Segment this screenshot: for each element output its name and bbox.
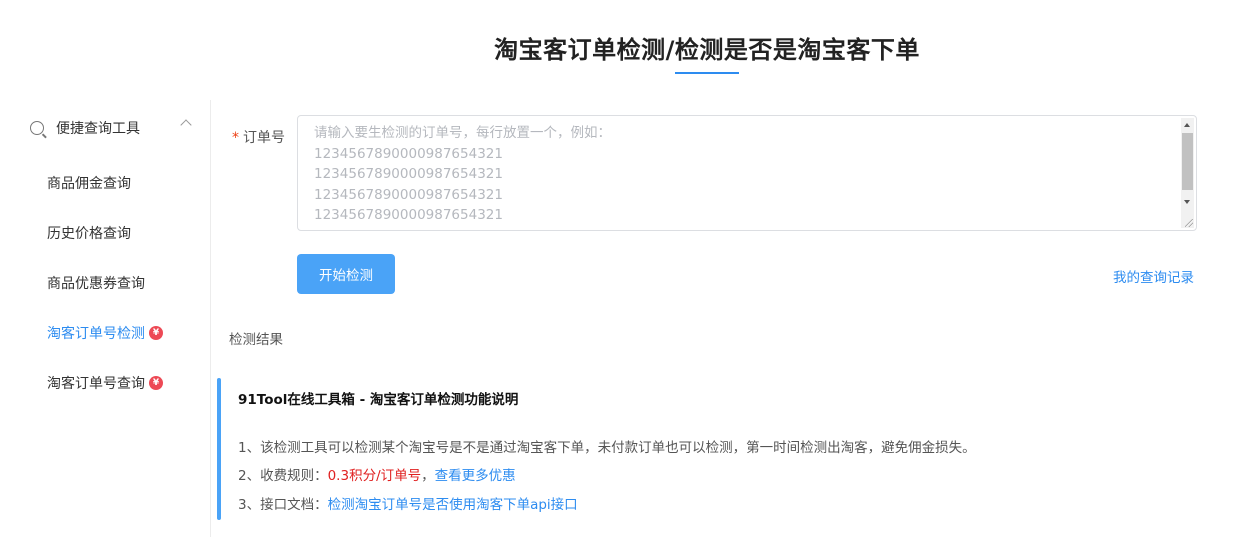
sidebar-item-price-history[interactable]: 历史价格查询 bbox=[47, 223, 131, 243]
sidebar-group-toggle[interactable]: 便捷查询工具 bbox=[30, 118, 192, 138]
order-number-textarea[interactable]: 请输入要生检测的订单号，每行放置一个，例如： 12345678900009876… bbox=[297, 115, 1197, 231]
result-label: 检测结果 bbox=[229, 332, 283, 348]
price-text: 0.3积分/订单号 bbox=[327, 468, 422, 484]
textarea-scrollbar[interactable] bbox=[1181, 118, 1194, 228]
scroll-up-icon[interactable] bbox=[1184, 123, 1190, 127]
scroll-thumb[interactable] bbox=[1182, 133, 1193, 190]
sidebar-item-label: 淘客订单号检测 bbox=[47, 326, 145, 342]
textarea-placeholder: 请输入要生检测的订单号，每行放置一个，例如： 12345678900009876… bbox=[314, 125, 611, 223]
more-discounts-link[interactable]: 查看更多优惠 bbox=[435, 468, 516, 484]
info-panel: 91Tool在线工具箱 - 淘宝客订单检测功能说明 1、该检测工具可以检测某个淘… bbox=[217, 378, 1217, 520]
sidebar-item-label: 淘客订单号查询 bbox=[47, 376, 145, 392]
api-doc-link[interactable]: 检测淘宝订单号是否使用淘客下单api接口 bbox=[328, 497, 578, 513]
paid-badge-icon: ¥ bbox=[149, 326, 163, 340]
sidebar-item-coupon[interactable]: 商品优惠券查询 bbox=[47, 273, 145, 293]
info-line-1: 1、该检测工具可以检测某个淘宝号是不是通过淘宝客下单，未付款订单也可以检测，第一… bbox=[238, 440, 976, 456]
query-history-link[interactable]: 我的查询记录 bbox=[1113, 266, 1194, 286]
chevron-up-icon bbox=[180, 119, 192, 131]
sidebar-group-label: 便捷查询工具 bbox=[56, 121, 140, 137]
start-detect-button[interactable]: 开始检测 bbox=[297, 254, 395, 294]
title-underline bbox=[675, 72, 739, 74]
info-line-3-prefix: 3、接口文档： bbox=[238, 497, 328, 513]
info-accent-bar bbox=[217, 378, 221, 520]
sidebar-item-order-query[interactable]: 淘客订单号查询 ¥ bbox=[47, 373, 163, 393]
paid-badge-icon: ¥ bbox=[149, 376, 163, 390]
sidebar-item-commission[interactable]: 商品佣金查询 bbox=[47, 173, 131, 193]
search-icon bbox=[30, 121, 44, 135]
page-title: 淘宝客订单检测/检测是否是淘宝客下单 bbox=[494, 36, 920, 64]
info-line-3: 3、接口文档：检测淘宝订单号是否使用淘客下单api接口 bbox=[238, 493, 578, 513]
scroll-down-icon[interactable] bbox=[1184, 200, 1190, 204]
sidebar-divider bbox=[210, 100, 211, 537]
order-number-label: * 订单号 bbox=[232, 127, 285, 147]
info-title: 91Tool在线工具箱 - 淘宝客订单检测功能说明 bbox=[238, 392, 519, 408]
sidebar-item-label: 商品佣金查询 bbox=[47, 176, 131, 192]
required-mark: * bbox=[232, 130, 239, 146]
order-label-text: 订单号 bbox=[243, 130, 285, 146]
info-line-2-prefix: 2、收费规则： bbox=[238, 468, 328, 484]
sidebar-item-label: 历史价格查询 bbox=[47, 226, 131, 242]
sidebar-item-label: 商品优惠券查询 bbox=[47, 276, 145, 292]
separator: ， bbox=[421, 468, 435, 484]
resize-grip-icon[interactable] bbox=[1185, 219, 1193, 227]
sidebar-item-order-detect[interactable]: 淘客订单号检测 ¥ bbox=[47, 323, 163, 343]
info-line-2: 2、收费规则：0.3积分/订单号，查看更多优惠 bbox=[238, 464, 516, 484]
